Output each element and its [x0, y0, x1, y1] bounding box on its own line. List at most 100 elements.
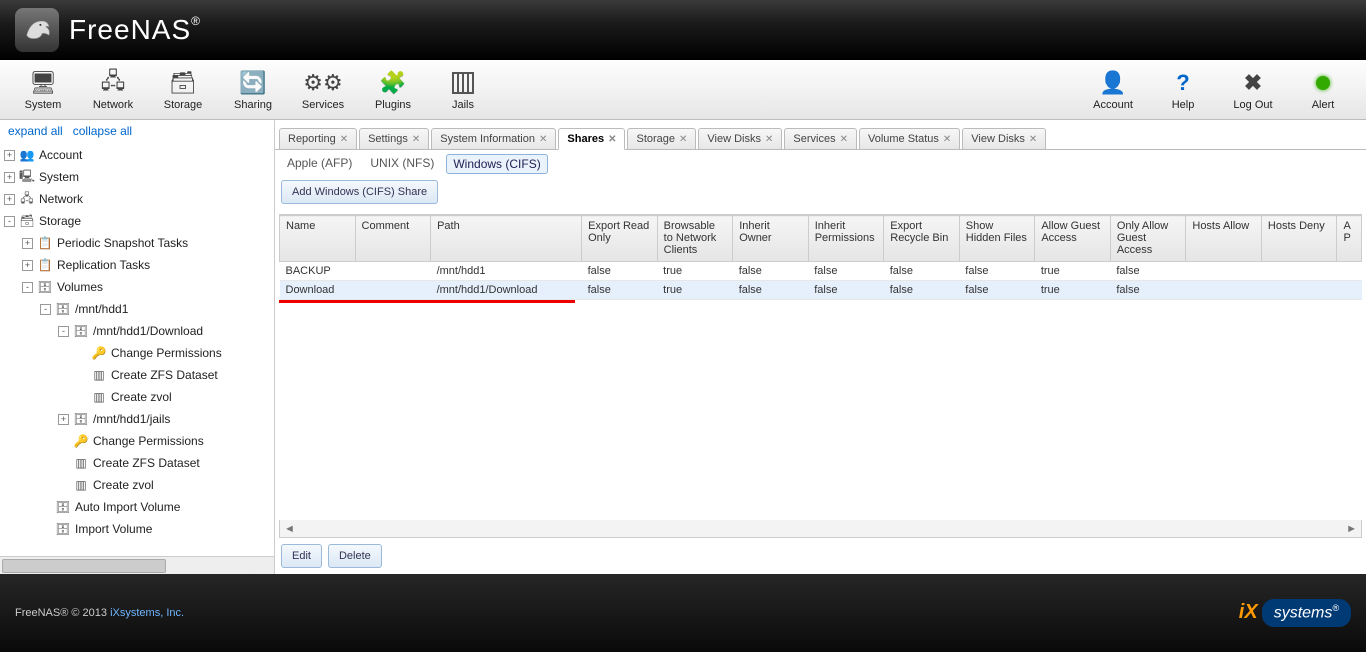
- tree-item-label: Change Permissions: [111, 346, 222, 360]
- logout-button[interactable]: ✖Log Out: [1218, 64, 1288, 116]
- tab-view-disks[interactable]: View Disks✕: [698, 128, 782, 149]
- tree-node[interactable]: ▥Create ZFS Dataset: [4, 452, 274, 474]
- close-icon[interactable]: ✕: [412, 134, 420, 145]
- column-header[interactable]: Path: [431, 216, 582, 262]
- tab-settings[interactable]: Settings✕: [359, 128, 429, 149]
- table-row[interactable]: BACKUP/mnt/hdd1falsetruefalsefalsefalsef…: [280, 262, 1362, 281]
- subtab-windows-cifs-[interactable]: Windows (CIFS): [446, 154, 547, 174]
- expand-icon[interactable]: -: [58, 326, 69, 337]
- footer-company-link[interactable]: iXsystems, Inc.: [110, 607, 184, 619]
- expand-icon[interactable]: -: [22, 282, 33, 293]
- system-button[interactable]: 🖥System: [8, 64, 78, 116]
- expand-icon[interactable]: +: [4, 194, 15, 205]
- expand-icon[interactable]: -: [40, 304, 51, 315]
- close-icon[interactable]: ✕: [1029, 134, 1037, 145]
- column-header[interactable]: Export Recycle Bin: [884, 216, 960, 262]
- close-icon[interactable]: ✕: [765, 134, 773, 145]
- column-header[interactable]: Show Hidden Files: [959, 216, 1035, 262]
- tree-item-label: Volumes: [57, 280, 103, 294]
- table-cell: false: [959, 262, 1035, 281]
- tab-shares[interactable]: Shares ✕: [558, 128, 625, 150]
- tree-node[interactable]: ▥Create zvol: [4, 474, 274, 496]
- tree-node[interactable]: ▥Create ZFS Dataset: [4, 364, 274, 386]
- tree-node[interactable]: -🗄Volumes: [4, 276, 274, 298]
- table-row[interactable]: Download/mnt/hdd1/Downloadfalsetruefalse…: [280, 281, 1362, 300]
- expand-icon[interactable]: +: [58, 414, 69, 425]
- sidebar-scrollbar[interactable]: [0, 556, 274, 574]
- tree-node[interactable]: +📋Replication Tasks: [4, 254, 274, 276]
- close-icon[interactable]: ✕: [539, 134, 547, 145]
- column-header[interactable]: Name: [280, 216, 356, 262]
- expand-all-link[interactable]: expand all: [8, 124, 63, 138]
- sharing-button[interactable]: 🔄Sharing: [218, 64, 288, 116]
- edit-button[interactable]: Edit: [281, 544, 322, 568]
- jails-button[interactable]: Jails: [428, 64, 498, 116]
- footer-product: FreeNAS® © 2013: [15, 607, 110, 619]
- tab-view-disks[interactable]: View Disks✕: [962, 128, 1046, 149]
- plugins-button[interactable]: 🧩Plugins: [358, 64, 428, 116]
- tree-item-icon: ▥: [91, 368, 107, 382]
- add-share-button[interactable]: Add Windows (CIFS) Share: [281, 180, 438, 204]
- tree-item-label: Network: [39, 192, 83, 206]
- subtab-unix-nfs-[interactable]: UNIX (NFS): [364, 154, 440, 174]
- tree-node[interactable]: -🗄/mnt/hdd1: [4, 298, 274, 320]
- collapse-all-link[interactable]: collapse all: [73, 124, 132, 138]
- tree-node[interactable]: 🗄Import Volume: [4, 518, 274, 540]
- column-header[interactable]: Hosts Allow: [1186, 216, 1262, 262]
- close-icon[interactable]: ✕: [943, 134, 951, 145]
- tree-node[interactable]: +👥Account: [4, 144, 274, 166]
- close-icon[interactable]: ✕: [340, 134, 348, 145]
- column-header[interactable]: A P: [1337, 216, 1362, 262]
- tab-label: Shares: [567, 133, 604, 145]
- scroll-left-icon[interactable]: ◄: [284, 523, 295, 535]
- tree-node[interactable]: +🖳System: [4, 166, 274, 188]
- alert-button[interactable]: Alert: [1288, 64, 1358, 116]
- tab-system-information[interactable]: System Information✕: [431, 128, 556, 149]
- tree-node[interactable]: 🔑Change Permissions: [4, 430, 274, 452]
- tree-item-label: Periodic Snapshot Tasks: [57, 236, 188, 250]
- network-button[interactable]: 🖧Network: [78, 64, 148, 116]
- scroll-right-icon[interactable]: ►: [1346, 523, 1357, 535]
- services-button[interactable]: ⚙⚙Services: [288, 64, 358, 116]
- column-header[interactable]: Inherit Permissions: [808, 216, 884, 262]
- column-header[interactable]: Export Read Only: [582, 216, 658, 262]
- tab-label: Services: [793, 133, 835, 145]
- expand-icon[interactable]: +: [4, 150, 15, 161]
- tree-node[interactable]: +🗄/mnt/hdd1/jails: [4, 408, 274, 430]
- tree-node[interactable]: -🗄/mnt/hdd1/Download: [4, 320, 274, 342]
- delete-button[interactable]: Delete: [328, 544, 382, 568]
- subtab-apple-afp-[interactable]: Apple (AFP): [281, 154, 358, 174]
- expand-icon[interactable]: +: [22, 260, 33, 271]
- column-header[interactable]: Hosts Deny: [1261, 216, 1337, 262]
- table-cell: [355, 262, 431, 281]
- tree-node[interactable]: -🗃Storage: [4, 210, 274, 232]
- expand-icon[interactable]: -: [4, 216, 15, 227]
- tree-node[interactable]: ▥Create zvol: [4, 386, 274, 408]
- expand-icon[interactable]: +: [22, 238, 33, 249]
- tree-node[interactable]: 🔑Change Permissions: [4, 342, 274, 364]
- expand-icon[interactable]: +: [4, 172, 15, 183]
- column-header[interactable]: Inherit Owner: [733, 216, 809, 262]
- tree-node[interactable]: 🗄Auto Import Volume: [4, 496, 274, 518]
- tab-services[interactable]: Services ✕: [784, 128, 857, 149]
- ixsystems-logo[interactable]: iX systems®: [1239, 599, 1351, 626]
- close-icon[interactable]: ✕: [608, 134, 616, 145]
- table-cell: [1261, 262, 1337, 281]
- tab-volume-status[interactable]: Volume Status✕: [859, 128, 960, 149]
- column-header[interactable]: Only Allow Guest Access: [1110, 216, 1186, 262]
- tab-storage[interactable]: Storage✕: [627, 128, 696, 149]
- column-header[interactable]: Allow Guest Access: [1035, 216, 1111, 262]
- tab-reporting[interactable]: Reporting✕: [279, 128, 357, 149]
- close-icon[interactable]: ✕: [840, 134, 848, 145]
- column-header[interactable]: Comment: [355, 216, 431, 262]
- close-icon[interactable]: ✕: [679, 134, 687, 145]
- table-cell: [1337, 281, 1362, 300]
- tree-node[interactable]: +📋Periodic Snapshot Tasks: [4, 232, 274, 254]
- storage-button[interactable]: 🗃Storage: [148, 64, 218, 116]
- grid-horizontal-scrollbar[interactable]: ◄ ►: [279, 520, 1362, 538]
- column-header[interactable]: Browsable to Network Clients: [657, 216, 733, 262]
- help-button[interactable]: ?Help: [1148, 64, 1218, 116]
- account-button[interactable]: 👤Account: [1078, 64, 1148, 116]
- ix-figure-icon: iX: [1239, 601, 1258, 624]
- tree-node[interactable]: +🖧Network: [4, 188, 274, 210]
